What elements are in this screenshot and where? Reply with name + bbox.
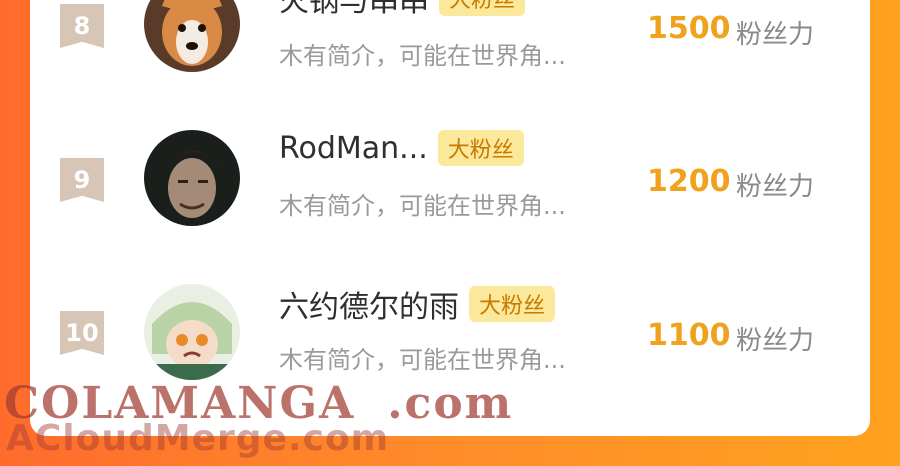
fan-score-unit: 粉丝力 bbox=[736, 20, 815, 50]
avatar[interactable] bbox=[144, 284, 240, 380]
anime-avatar-icon bbox=[144, 284, 240, 380]
user-name[interactable]: RodMan... bbox=[279, 131, 428, 166]
user-name[interactable]: 火锅与串串 bbox=[279, 0, 429, 20]
rank-number: 10 bbox=[65, 319, 99, 347]
rank-badge: 9 bbox=[60, 158, 104, 202]
user-intro: 木有简介，可能在世界角... bbox=[279, 192, 566, 220]
name-line: 六约德尔的雨 大粉丝 bbox=[279, 282, 556, 326]
fan-badge: 大粉丝 bbox=[437, 130, 524, 166]
fan-score-unit: 粉丝力 bbox=[736, 326, 815, 356]
list-item[interactable]: 9 RodMan... 大粉丝 木有简介，可能在世界角... 1200 粉丝力 bbox=[30, 130, 870, 272]
portrait-avatar-icon bbox=[144, 130, 240, 226]
avatar[interactable] bbox=[144, 130, 240, 226]
fan-score: 1100 bbox=[647, 318, 731, 353]
avatar[interactable] bbox=[144, 0, 240, 72]
corgi-avatar-icon bbox=[144, 0, 240, 72]
rank-number: 9 bbox=[73, 166, 91, 194]
watermark-site-suffix: .com bbox=[387, 378, 514, 429]
fan-badge: 大粉丝 bbox=[439, 0, 526, 16]
rank-badge: 8 bbox=[60, 4, 104, 48]
user-name[interactable]: 六约德尔的雨 bbox=[279, 282, 459, 326]
name-line: 火锅与串串 大粉丝 bbox=[279, 0, 526, 20]
fan-badge: 大粉丝 bbox=[469, 286, 556, 322]
list-item[interactable]: 8 火锅与串串 大粉丝 木有简介，可能在世界角... 1500 粉丝力 bbox=[30, 0, 870, 120]
fan-score: 1200 bbox=[647, 164, 731, 199]
user-intro: 木有简介，可能在世界角... bbox=[279, 346, 566, 374]
watermark-secondary: ACloudMerge.com bbox=[6, 418, 390, 459]
rank-badge: 10 bbox=[60, 311, 104, 355]
fan-score: 1500 bbox=[647, 11, 731, 46]
fan-score-unit: 粉丝力 bbox=[736, 172, 815, 202]
ranking-card: 8 火锅与串串 大粉丝 木有简介，可能在世界角... 1500 粉丝力 9 Ro… bbox=[30, 0, 870, 436]
user-intro: 木有简介，可能在世界角... bbox=[279, 42, 566, 70]
rank-number: 8 bbox=[73, 12, 91, 40]
name-line: RodMan... 大粉丝 bbox=[279, 130, 524, 166]
